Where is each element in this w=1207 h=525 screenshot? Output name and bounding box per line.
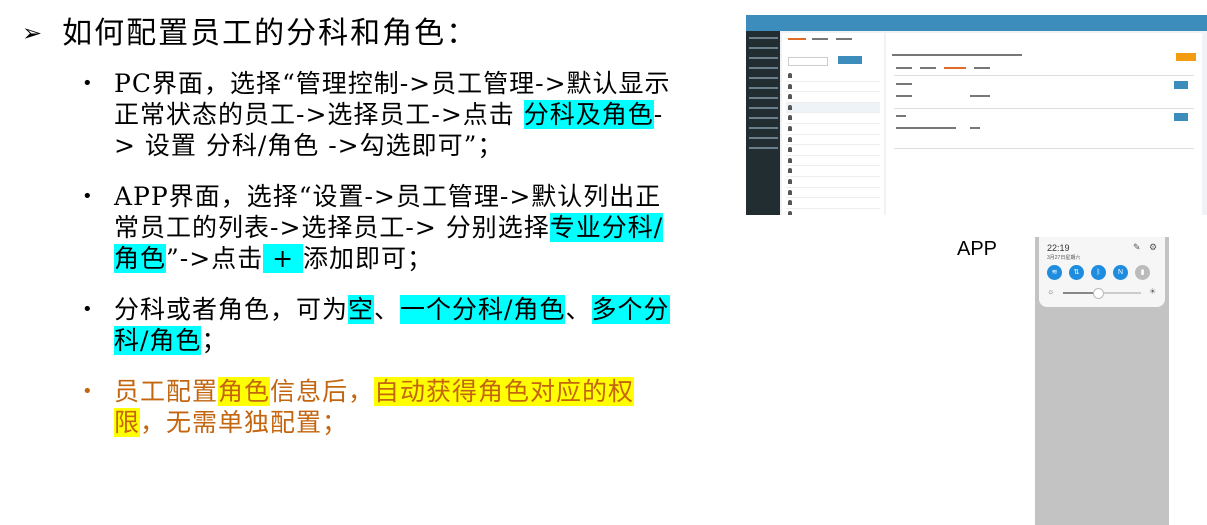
phone-screenshot: 22:19 3月27日星期六 ✎ ⚙ ≋ ⇅ ᛒ N ▮ ☼ ☀ [1035,237,1169,525]
bullet-list: PC界面，选择“管理控制->员工管理->默认显示正常状态的员工->选择员工->点… [82,68,682,458]
arrow-bullet-icon: ➢ [22,19,45,47]
gear-icon[interactable]: ⚙ [1149,242,1157,253]
data-toggle-icon[interactable]: ⇅ [1069,265,1084,280]
brightness-high-icon: ☀ [1149,287,1157,296]
pc-topbar [746,15,1207,31]
wifi-toggle-icon[interactable]: ≋ [1047,265,1062,280]
app-label: APP [957,238,998,260]
nfc-toggle-icon[interactable]: N [1113,265,1128,280]
quick-settings-panel: 22:19 3月27日星期六 ✎ ⚙ ≋ ⇅ ᛒ N ▮ ☼ ☀ [1039,237,1165,307]
brightness-slider-handle[interactable] [1093,288,1104,299]
bluetooth-toggle-icon[interactable]: ᛒ [1091,265,1106,280]
pc-detail-panel [886,33,1202,215]
slide-title: ➢ 如何配置员工的分科和角色： [22,16,479,51]
phone-date: 3月27日星期六 [1047,255,1081,261]
phone-time: 22:19 [1047,243,1070,253]
edit-icon[interactable]: ✎ [1133,242,1141,253]
bullet-options: 分科或者角色，可为空、一个分科/角色、多个分科/角色； [82,294,682,356]
bullet-app: APP界面，选择“设置->员工管理->默认列出正常员工的列表->选择员工-> 分… [82,181,682,274]
pc-screenshot [746,15,1207,215]
pc-sidebar [746,31,780,215]
pc-employee-panel [782,33,884,215]
flashlight-toggle-icon[interactable]: ▮ [1135,265,1150,280]
bullet-permissions: 员工配置角色信息后，自动获得角色对应的权限，无需单独配置； [82,376,682,438]
pc-employee-list [786,71,880,215]
bullet-pc: PC界面，选择“管理控制->员工管理->默认显示正常状态的员工->选择员工->点… [82,68,682,161]
pc-add-employee-button[interactable] [838,56,862,64]
brightness-low-icon: ☼ [1047,287,1055,296]
